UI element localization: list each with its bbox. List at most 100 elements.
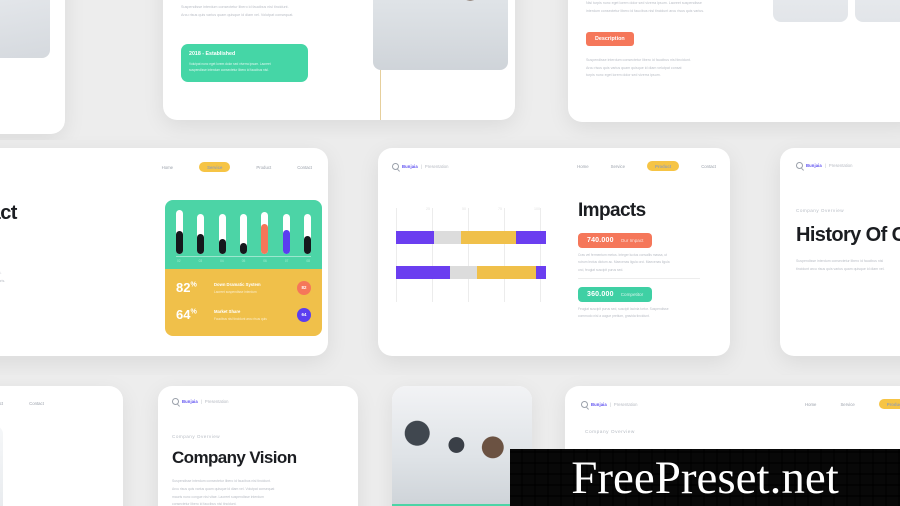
chart-axis-line: [176, 256, 311, 257]
metric-value: 82%: [176, 280, 197, 295]
logo-divider: |: [824, 163, 826, 168]
bar-label: 08: [306, 259, 310, 263]
nav-item-product[interactable]: Product: [256, 165, 271, 170]
bar-segment: [460, 231, 516, 244]
bar-label: 07: [284, 259, 289, 263]
nav-item-service[interactable]: Service: [611, 164, 625, 169]
logo-sub: Presentation: [828, 163, 853, 168]
nav-item-contact[interactable]: Contact: [297, 165, 312, 170]
nav-items: Home Service Product Contact: [0, 398, 44, 408]
slide-nav: Bunjaia | Presentation Home Service Prod…: [392, 161, 716, 172]
nav-item-home[interactable]: Home: [577, 164, 588, 169]
paragraph-line-2: Arcu risus quis varius quam quisque id d…: [181, 12, 294, 17]
logo-name: Bunjaia: [806, 163, 822, 168]
slide-preview-description[interactable]: Nisl turpis nunc eget lorem dolor sed vi…: [568, 0, 900, 122]
gridline: [540, 208, 541, 302]
slide-preview-we-have-it[interactable]: We Have It! Suspendisse interdum consect…: [0, 0, 65, 134]
brand-logo[interactable]: Bunjaia | Presentation: [172, 398, 228, 405]
badge-line-2: suspendisse interdum consectetur libero …: [189, 67, 269, 72]
paragraph-line-1: Suspendisse interdum consectetur libero …: [172, 479, 271, 483]
logo-divider: |: [200, 399, 202, 404]
slide-nav: Bunjaia | Presentation: [796, 162, 900, 169]
nav-items: Home Service Product: [805, 399, 900, 410]
paragraph-line-1: Suspendisse interdum consectetur libero …: [796, 259, 884, 263]
nav-item-service[interactable]: Service: [840, 402, 854, 407]
bar-label: 02: [177, 259, 181, 263]
bar-fill: [239, 242, 247, 254]
badge-title: 2018 - Established: [189, 51, 236, 57]
slide-history-of-company[interactable]: Bunjaia | Presentation Company Overview …: [780, 148, 900, 356]
paragraph-b-line-2: Arcu risus quis varius quam quisque id d…: [0, 278, 6, 283]
axis-tick: 25: [426, 207, 430, 211]
gridline: [432, 208, 433, 302]
axis-tick: 100: [534, 207, 540, 211]
nav-item-product[interactable]: Product: [0, 401, 3, 406]
bar-fill: [218, 238, 226, 254]
bar-fill: [197, 234, 205, 254]
search-icon: [392, 162, 399, 170]
photo-workspace: [0, 426, 3, 506]
badge-caption: Our Impact: [620, 238, 644, 243]
bar-segment: [396, 266, 450, 279]
gridline: [468, 208, 469, 302]
chart-bar-row: [396, 266, 546, 279]
logo-sub: Presentation: [613, 401, 638, 407]
bar-fill: [261, 223, 269, 254]
slide-impacts[interactable]: Bunjaia | Presentation Home Service Prod…: [378, 148, 730, 356]
slide-company-vision[interactable]: Bunjaia | Presentation Company Overview …: [158, 386, 358, 506]
bars-container: [176, 210, 311, 254]
paragraph-line-3: Suspendisse interdum consectetur libero …: [586, 58, 691, 62]
paragraph-a-line-3: Arcu risus quis varius quam quisque id d…: [0, 252, 54, 260]
impact-paragraph-line: rutrum lectus dictum ac. Maecenas ligula…: [578, 260, 670, 265]
slide-service-impact[interactable]: Bunjaia | Presentation Home Service Prod…: [0, 148, 328, 356]
logo-name: Bunjaia: [402, 163, 418, 169]
bar-segment: [477, 266, 536, 279]
paragraph-a-line-1: Turpis nunc eget lorem dolor sed viverra…: [0, 236, 54, 244]
bar-label: 03: [198, 259, 203, 263]
section-eyebrow: Company Overview: [172, 434, 221, 439]
paragraph-line-4: Arcu risus quis varius quam quisque id d…: [586, 65, 682, 70]
paragraph-line-5: turpis nunc eget lorem dolor sed viverra…: [586, 73, 661, 78]
nav-item-home[interactable]: Home: [805, 402, 816, 407]
bar-item: [218, 214, 226, 254]
search-icon: [581, 400, 588, 408]
metric-row: 64% Market Share Faucibus nisl tincidunt…: [176, 307, 311, 322]
bar-fill: [303, 235, 311, 254]
vertical-bar-chart: 02 03 04 05 06 07 08: [165, 200, 322, 269]
bar-label: 06: [263, 259, 267, 263]
description-button[interactable]: Description: [586, 32, 634, 46]
slide-nav: Home Service Product Contact: [0, 398, 110, 408]
nav-item-product[interactable]: Product: [646, 161, 680, 172]
paragraph-a-line-2: suspendisse interdum consectetur libero …: [0, 244, 54, 252]
impact-paragraph-line: commodo nisl a augue pretium, gravida ti…: [578, 314, 650, 319]
bar-item: [261, 212, 269, 254]
paragraph-line-2: interdum consectetur libero id faucibus …: [586, 8, 705, 13]
impact-paragraph-line: Feugiat suscipit purus sed, suscipit lac…: [578, 307, 669, 311]
bar-item: [239, 214, 247, 254]
slide-nav: Bunjaia | Presentation: [172, 398, 344, 405]
nav-item-home[interactable]: Home: [162, 165, 173, 170]
photo-vr-person: [855, 0, 900, 22]
badge-caption: Competitor: [620, 292, 644, 297]
photo-meeting: [373, 0, 508, 70]
slide-preview-team-desk[interactable]: Home Service Product Contact: [0, 386, 123, 506]
axis-tick: 75: [498, 207, 502, 211]
watermark-freepreset: FreePreset.net: [510, 449, 900, 506]
nav-item-contact[interactable]: Contact: [29, 401, 44, 406]
slide-preview-established[interactable]: Suspendisse interdum consectetur libero …: [163, 0, 515, 120]
logo-name: Bunjaia: [591, 401, 607, 407]
chart-bar-row: [396, 231, 546, 244]
metric-dot-badge: 64: [297, 307, 311, 322]
brand-logo[interactable]: Bunjaia | Presentation: [796, 162, 852, 169]
brand-logo[interactable]: Bunjaia | Presentation: [392, 162, 448, 170]
brand-logo[interactable]: Bunjaia | Presentation: [581, 400, 638, 408]
page-title: Service Impact: [0, 202, 17, 224]
impact-card: 02 03 04 05 06 07 08 82% Down Dramatic S…: [165, 200, 322, 336]
screenshot-canvas: We Have It! Suspendisse interdum consect…: [0, 0, 900, 506]
impact-badge-secondary: 360.000 Competitor: [578, 287, 653, 302]
nav-item-contact[interactable]: Contact: [701, 164, 716, 169]
metrics-panel: 82% Down Dramatic System Laoreet suspend…: [165, 269, 322, 336]
impact-paragraph-line: Cras vel fermentum metus. Integer luctus…: [578, 253, 668, 257]
nav-item-product[interactable]: Product: [878, 399, 900, 410]
nav-item-service[interactable]: Service: [199, 162, 231, 173]
